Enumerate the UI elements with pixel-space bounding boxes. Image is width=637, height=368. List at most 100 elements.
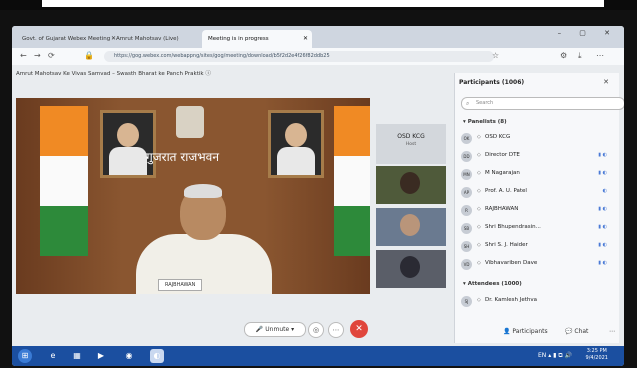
participant-name: Shri Bhupendrasin... <box>485 224 541 230</box>
thumbnail-name: OSD KCG <box>397 133 425 140</box>
avatar: VD <box>461 259 472 270</box>
device-icon: ◇ <box>477 134 481 140</box>
ie-icon[interactable]: e <box>46 349 60 363</box>
participants-title: Participants (1006) <box>459 79 525 86</box>
avatar: DD <box>461 151 472 162</box>
panelists-section[interactable]: ▾ Panelists (8) <box>463 119 507 125</box>
national-emblem <box>176 106 204 138</box>
participant-name: Vibhavariben Dave <box>485 260 538 266</box>
participants-panel: Participants (1006) ✕ ⌕ Search ▾ Panelist… <box>454 73 624 343</box>
avatar: SJ <box>461 296 472 307</box>
tab-label: Amrut Mahotsav (Live) <box>116 36 179 42</box>
list-item[interactable]: SB ◇ Shri Bhupendrasin... ▮ ◐ <box>461 222 611 235</box>
unmute-label: Unmute <box>265 326 290 333</box>
thumbnail-video-2[interactable] <box>376 208 446 246</box>
folder-icon[interactable]: ▦ <box>70 349 84 363</box>
clock-time: 3:25 PM <box>586 348 607 354</box>
list-item[interactable]: R ◇ RAJBHAWAN ▮ ◐ <box>461 204 611 217</box>
mic-icon: ▮ ◐ <box>598 170 607 176</box>
avatar: SH <box>461 241 472 252</box>
participants-button-label: Participants <box>512 328 548 335</box>
participant-name: Shri S. J. Haider <box>485 242 528 248</box>
tab-label: Meeting is in progress <box>208 36 269 42</box>
search-icon: ⌕ <box>466 100 470 107</box>
attendees-section[interactable]: ▾ Attendees (1000) <box>463 281 522 287</box>
chrome-icon[interactable]: ◉ <box>122 349 136 363</box>
thumbnail-osd[interactable]: OSD KCG Host <box>376 124 446 164</box>
reload-icon[interactable]: ⟳ <box>48 51 55 60</box>
participant-name: Prof. A. U. Patel <box>485 188 527 194</box>
list-item[interactable]: MN ◇ M Nagarajan ▮ ◐ <box>461 168 611 181</box>
close-panel-icon[interactable]: ✕ <box>603 78 609 86</box>
screen: Govt. of Gujarat Webex Meeting ✕ Amrut Ma… <box>12 26 624 366</box>
start-icon[interactable]: ⊞ <box>18 349 32 363</box>
device-icon: ◇ <box>477 297 481 303</box>
avatar: SB <box>461 223 472 234</box>
more-options-icon[interactable]: ⋯ <box>328 322 344 338</box>
thumbnail-role: Host <box>405 142 417 147</box>
avatar: OK <box>461 133 472 144</box>
windows-taskbar: ⊞ e ▦ ▶ ◉ ◐ EN ▴ ▮ ⧉ 🔊 3:25 PM 9/4/2021 <box>12 346 624 366</box>
avatar: MN <box>461 169 472 180</box>
lock-icon: 🔒 <box>84 51 94 60</box>
hindi-banner: गुजरात राजभवन <box>146 150 220 164</box>
panelists-label: Panelists (8) <box>467 119 507 125</box>
mic-icon: ▮ ◐ <box>598 224 607 230</box>
star-icon[interactable]: ☆ <box>492 51 499 60</box>
window-controls[interactable]: – ▢ ✕ <box>558 29 618 37</box>
meeting-title: Amrut Mahotsav Ke Vivas Samvad – Swasth … <box>16 71 211 77</box>
back-icon[interactable]: ← <box>20 51 27 60</box>
speaker-name-tag: RAJBHAWAN <box>158 279 203 291</box>
clock[interactable]: 3:25 PM 9/4/2021 <box>586 348 608 362</box>
extensions-icon[interactable]: ⚙ <box>560 51 567 60</box>
url-field[interactable]: https://gog.webex.com/webappng/sites/gog… <box>104 51 494 62</box>
media-icon[interactable]: ▶ <box>94 349 108 363</box>
share-icon[interactable]: ◎ <box>308 322 324 338</box>
forward-icon[interactable]: → <box>34 51 41 60</box>
system-tray[interactable]: EN ▴ ▮ ⧉ 🔊 <box>538 352 572 360</box>
device-icon: ◇ <box>477 224 481 230</box>
webex-icon[interactable]: ◐ <box>150 349 164 363</box>
tab-2[interactable]: Amrut Mahotsav (Live)✕ <box>110 30 214 48</box>
top-light-band <box>42 0 604 7</box>
tab-label: Govt. of Gujarat Webex Meeting <box>22 36 111 42</box>
thumbnail-video-1[interactable] <box>376 166 446 204</box>
attendees-label: Attendees (1000) <box>467 281 522 287</box>
menu-icon[interactable]: ⋯ <box>596 51 604 60</box>
device-icon: ◇ <box>477 188 481 194</box>
clock-date: 9/4/2021 <box>585 355 608 361</box>
flag-right <box>334 106 370 256</box>
download-icon[interactable]: ⤓ <box>578 51 582 61</box>
participants-search-input[interactable]: ⌕ Search <box>461 97 624 110</box>
device-icon: ◇ <box>477 152 481 158</box>
portrait-left <box>100 110 156 178</box>
list-item[interactable]: SH ◇ Shri S. J. Haider ▮ ◐ <box>461 240 611 253</box>
chat-button[interactable]: 💬 Chat <box>560 326 593 337</box>
list-item[interactable]: OK ◇ OSD KCG <box>461 132 611 145</box>
participant-name: Director DTE <box>485 152 520 158</box>
close-icon[interactable]: ✕ <box>303 30 308 48</box>
device-icon: ◇ <box>477 260 481 266</box>
list-item[interactable]: SJ ◇ Dr. Kamlesh Jethva <box>461 295 611 308</box>
device-icon: ◇ <box>477 206 481 212</box>
more-icon[interactable]: ⋯ <box>604 326 620 337</box>
mic-icon: ▮ ◐ <box>598 206 607 212</box>
mic-icon: ▮ ◐ <box>598 242 607 248</box>
list-item[interactable]: VD ◇ Vibhavariben Dave ▮ ◐ <box>461 258 611 271</box>
thumbnail-video-3[interactable] <box>376 250 446 288</box>
participant-name: RAJBHAWAN <box>485 206 519 212</box>
search-placeholder: Search <box>476 100 494 106</box>
browser-tab-strip: Govt. of Gujarat Webex Meeting ✕ Amrut Ma… <box>12 26 624 48</box>
avatar: R <box>461 205 472 216</box>
participant-name: Dr. Kamlesh Jethva <box>485 297 538 303</box>
leave-meeting-button[interactable]: ✕ <box>350 320 368 338</box>
participants-button[interactable]: 👤 Participants <box>498 326 553 337</box>
tab-1[interactable]: Govt. of Gujarat Webex Meeting ✕ <box>16 30 120 48</box>
unmute-button[interactable]: 🎤 Unmute ▾ <box>244 322 306 337</box>
tab-active-meeting[interactable]: Meeting is in progress ✕ <box>202 30 312 48</box>
flag-left <box>40 106 88 256</box>
list-item[interactable]: DD ◇ Director DTE ▮ ◐ <box>461 150 611 163</box>
list-item[interactable]: AP ◇ Prof. A. U. Patel ◐ <box>461 186 611 199</box>
main-video: गुजरात राजभवन RAJBHAWAN <box>16 98 370 294</box>
device-icon: ◇ <box>477 242 481 248</box>
